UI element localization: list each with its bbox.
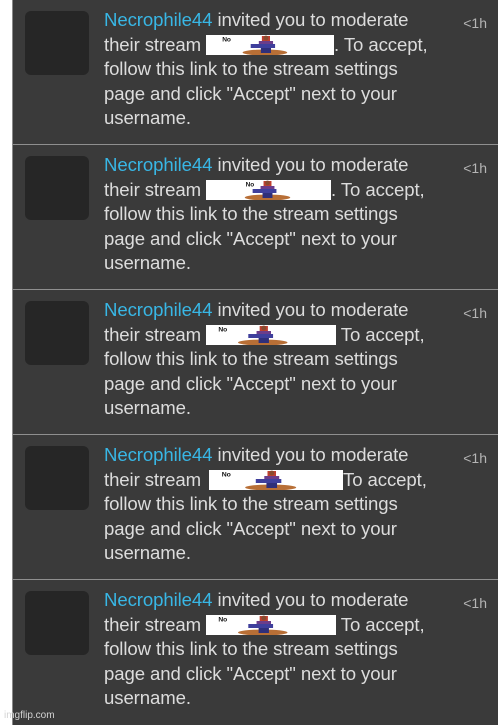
- imgflip-watermark: imgflip.com: [4, 710, 55, 721]
- stream-emote-image[interactable]: No: [206, 324, 337, 345]
- message-text: invited you to moderate: [212, 9, 409, 30]
- timestamp: <1h: [463, 450, 487, 466]
- timestamp: <1h: [463, 595, 487, 611]
- message-text: their stream: [104, 323, 207, 345]
- message-line-2: their stream No . To accept,: [104, 33, 449, 58]
- message-line-1: Necrophile44 invited you to moderate: [104, 298, 449, 323]
- message-text: their stream: [104, 178, 207, 200]
- username-link[interactable]: Necrophile44: [104, 9, 212, 30]
- message-line-5: username.: [104, 252, 191, 273]
- timestamp: <1h: [463, 160, 487, 176]
- message-line-3: follow this link to the stream settings: [104, 493, 398, 514]
- notification-item[interactable]: Necrophile44 invited you to moderate the…: [13, 0, 498, 145]
- message-line-5: username.: [104, 397, 191, 418]
- stream-emote-image: No: [206, 614, 337, 635]
- avatar[interactable]: [25, 301, 89, 365]
- notification-item[interactable]: Necrophile44 invited you to moderate the…: [13, 580, 498, 724]
- notification-message: Necrophile44 invited you to moderate the…: [104, 298, 449, 421]
- message-line-4: page and click "Accept" next to your: [104, 372, 397, 394]
- message-line-1: Necrophile44 invited you to moderate: [104, 588, 449, 613]
- message-line-4: page and click "Accept" next to your: [104, 227, 397, 249]
- stream-emote-image[interactable]: No: [206, 34, 335, 55]
- message-text: their stream: [104, 468, 207, 490]
- notification-item[interactable]: Necrophile44 invited you to moderate the…: [13, 290, 498, 435]
- emote-caption: No: [222, 36, 231, 43]
- message-text: invited you to moderate: [212, 154, 409, 175]
- username-link[interactable]: Necrophile44: [104, 154, 212, 175]
- message-text: . To accept,: [334, 33, 428, 55]
- message-text: invited you to moderate: [212, 589, 409, 610]
- stream-emote-image[interactable]: No: [209, 469, 344, 490]
- message-line-5: username.: [104, 687, 191, 708]
- emote-caption: No: [222, 471, 231, 478]
- message-text: invited you to moderate: [212, 299, 409, 320]
- message-line-1: Necrophile44 invited you to moderate: [104, 8, 449, 33]
- emote-caption: No: [218, 616, 227, 623]
- message-line-3: follow this link to the stream settings: [104, 203, 398, 224]
- avatar[interactable]: [25, 11, 89, 75]
- message-line-5: username.: [104, 107, 191, 128]
- username-link[interactable]: Necrophile44: [104, 589, 212, 610]
- stream-emote-image: No: [206, 324, 337, 345]
- avatar[interactable]: [25, 591, 89, 655]
- message-line-3: follow this link to the stream settings: [104, 638, 398, 659]
- message-text: their stream: [104, 613, 207, 635]
- stream-emote-image: No: [206, 34, 335, 55]
- message-line-4: page and click "Accept" next to your: [104, 662, 397, 684]
- emote-caption: No: [246, 181, 255, 188]
- stream-emote-image[interactable]: No: [206, 179, 332, 200]
- stream-emote-image: No: [209, 469, 344, 490]
- timestamp: <1h: [463, 15, 487, 31]
- notification-item[interactable]: Necrophile44 invited you to moderate the…: [13, 145, 498, 290]
- username-link[interactable]: Necrophile44: [104, 444, 212, 465]
- message-line-2: their stream No To accept,: [104, 323, 449, 348]
- message-text: To accept,: [336, 613, 425, 635]
- notification-message: Necrophile44 invited you to moderate the…: [104, 8, 449, 131]
- message-line-4: page and click "Accept" next to your: [104, 82, 397, 104]
- username-link[interactable]: Necrophile44: [104, 299, 212, 320]
- message-line-2: their stream No To accept,: [104, 613, 449, 638]
- message-line-1: Necrophile44 invited you to moderate: [104, 443, 449, 468]
- message-text: . To accept,: [331, 178, 425, 200]
- message-text: To accept,: [336, 323, 425, 345]
- message-text: To accept,: [343, 468, 427, 490]
- avatar[interactable]: [25, 156, 89, 220]
- notification-message: Necrophile44 invited you to moderate the…: [104, 443, 449, 566]
- emote-caption: No: [218, 326, 227, 333]
- notification-message: Necrophile44 invited you to moderate the…: [104, 153, 449, 276]
- avatar[interactable]: [25, 446, 89, 510]
- stream-emote-image[interactable]: No: [206, 614, 337, 635]
- stream-emote-image: No: [206, 179, 332, 200]
- timestamp: <1h: [463, 305, 487, 321]
- message-line-2: their stream No . To accept,: [104, 178, 449, 203]
- message-line-5: username.: [104, 542, 191, 563]
- message-line-3: follow this link to the stream settings: [104, 348, 398, 369]
- notification-feed: Necrophile44 invited you to moderate the…: [12, 0, 498, 725]
- message-line-2: their stream No To accept,: [104, 468, 449, 493]
- message-text: their stream: [104, 33, 207, 55]
- message-line-1: Necrophile44 invited you to moderate: [104, 153, 449, 178]
- message-line-3: follow this link to the stream settings: [104, 58, 398, 79]
- message-line-4: page and click "Accept" next to your: [104, 517, 397, 539]
- message-text: invited you to moderate: [212, 444, 409, 465]
- notification-message: Necrophile44 invited you to moderate the…: [104, 588, 449, 711]
- notification-item[interactable]: Necrophile44 invited you to moderate the…: [13, 435, 498, 580]
